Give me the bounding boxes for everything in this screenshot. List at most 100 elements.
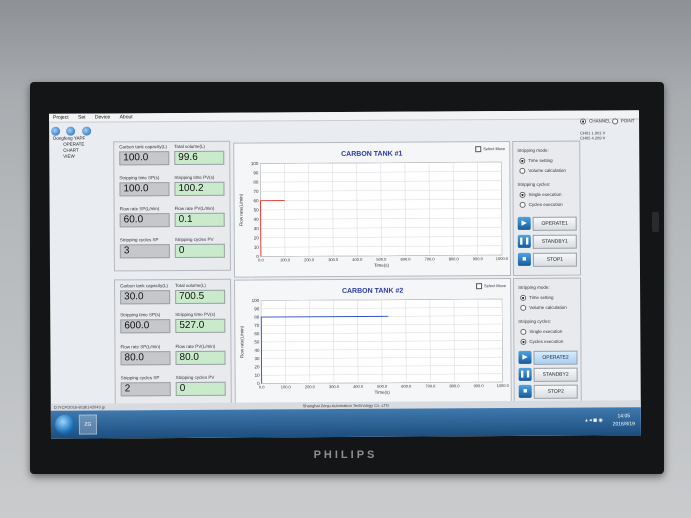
y-tick-label: 20 <box>254 235 260 240</box>
y-tick-label: 10 <box>255 373 261 378</box>
x-tick-label: 100.0 <box>280 257 291 262</box>
y-tick-label: 100 <box>252 298 260 303</box>
taskbar-app[interactable]: ZG <box>78 414 97 435</box>
y-tick-label: 100 <box>251 161 259 166</box>
menu-set[interactable]: Set <box>78 115 86 121</box>
operate2-button[interactable]: ▶ OPERATE2 <box>518 350 578 365</box>
tank1-flow-pv: Flow rate PV(L/min) 0.1 <box>174 206 225 228</box>
x-tick-label: 800.0 <box>449 383 460 388</box>
x-tick-label: 100.0 <box>281 384 292 389</box>
menu-project[interactable]: Project <box>53 115 69 121</box>
x-tick-label: 0.0 <box>258 257 264 262</box>
y-tick-label: 70 <box>254 323 260 328</box>
menu-about[interactable]: About <box>120 114 133 120</box>
y-tick-label: 90 <box>253 170 259 175</box>
mode-time-radio[interactable]: Time setting <box>520 295 553 301</box>
x-axis-label: Time(s) <box>375 390 391 395</box>
x-tick-label: 1000.0 <box>496 256 509 261</box>
tray-icons: ▴ ◂ ◼ ◉ <box>585 417 603 424</box>
project-tree: Dongfeng YAPF OPERATE CHART VIEW <box>53 136 85 160</box>
tank1-pv-time: Stripping time PV(s) 100.2 <box>174 175 225 197</box>
x-tick-label: 500.0 <box>376 257 387 262</box>
channel-panel: CHANNEL POINT CH01 1.001 V CH02 4.209 V <box>580 118 638 168</box>
clock[interactable]: 14:05 2016/8/19 <box>613 412 635 428</box>
tank1-flow-sp-value[interactable]: 60.0 <box>119 213 170 228</box>
x-tick-label: 700.0 <box>425 383 436 388</box>
y-tick-label: 30 <box>254 226 260 231</box>
record-icon[interactable] <box>66 126 76 136</box>
x-tick-label: 200.0 <box>304 257 315 262</box>
cycle-single-radio[interactable]: Single execution <box>520 329 562 335</box>
tank1-total: Total volume(L) 99.6 <box>174 144 225 166</box>
pause-icon: ❚❚ <box>517 234 531 248</box>
y-tick-label: 30 <box>254 356 260 361</box>
stop-icon: ■ <box>517 252 531 266</box>
y-tick-label: 90 <box>254 306 260 311</box>
tank2-cycles-sp: Stripping cycles SP 2 <box>120 375 171 397</box>
tank1-pv-time-value: 100.2 <box>174 181 225 197</box>
x-tick-label: 400.0 <box>353 384 364 389</box>
menu-device[interactable]: Device <box>95 114 110 120</box>
y-axis-label: Flow rate(L/min) <box>239 193 244 226</box>
pause-icon: ❚❚ <box>518 367 532 381</box>
ch2-value: 4.209 V <box>591 135 606 141</box>
x-tick-label: 0.0 <box>259 384 265 389</box>
y-tick-label: 80 <box>253 180 259 185</box>
x-tick-label: 500.0 <box>377 384 388 389</box>
search-icon[interactable] <box>51 126 61 136</box>
y-tick-label: 50 <box>254 340 260 345</box>
x-tick-label: 900.0 <box>474 383 485 388</box>
app-screen: Project Set Device About Dongfeng YAPF O… <box>49 110 641 439</box>
standby2-button[interactable]: ❚❚ STANDBY2 <box>518 367 578 382</box>
stop-icon: ■ <box>518 384 532 398</box>
stop1-button[interactable]: ■ STOP1 <box>517 252 577 267</box>
tank2-flow-pv: Flow rate PV(L/min) 80.0 <box>175 344 226 366</box>
tank2-flow-sp-value[interactable]: 80.0 <box>120 351 171 366</box>
operate1-button[interactable]: ▶ OPERATE1 <box>517 216 577 231</box>
y-tick-label: 50 <box>254 208 260 213</box>
point-radio[interactable]: POINT <box>612 118 635 123</box>
tank1-sp-time-value[interactable]: 100.0 <box>119 182 170 197</box>
mode-time-radio[interactable]: Time setting <box>519 158 552 164</box>
tank2-cycles-pv-value: 0 <box>175 381 226 397</box>
play-icon: ▶ <box>517 216 531 230</box>
cycle-single-radio[interactable]: Single execution <box>519 192 561 198</box>
x-tick-label: 900.0 <box>473 256 484 261</box>
standby1-button[interactable]: ❚❚ STANDBY1 <box>517 234 577 249</box>
monitor-brand-logo: PHILIPS <box>313 449 378 461</box>
tank1-cycles-pv-value: 0 <box>174 243 225 259</box>
tank2-cycles-sp-value[interactable]: 2 <box>120 382 171 397</box>
mode-label: Stripping mode: <box>517 147 549 153</box>
x-axis-label: Time(s) <box>374 263 390 268</box>
cycle-multi-radio[interactable]: Cycles execution <box>520 339 563 345</box>
x-tick-label: 800.0 <box>449 256 460 261</box>
tank2-control-panel: Stripping mode: Time setting Volume calc… <box>513 277 582 403</box>
tank2-sp-time-value[interactable]: 600.0 <box>120 319 171 334</box>
ch2-label: CH02 <box>580 135 591 141</box>
tank1-total-value: 99.6 <box>174 150 225 166</box>
tank1-flow-sp: Flow rate SP(L/min) 60.0 <box>119 206 170 228</box>
wall-background <box>0 0 691 90</box>
tank1-flow-pv-value: 0.1 <box>174 212 225 228</box>
y-tick-label: 40 <box>254 217 260 222</box>
tank2-total-value: 700.5 <box>175 289 226 305</box>
tank2-total: Total volume(L) 700.5 <box>175 283 226 305</box>
cycle-multi-radio[interactable]: Cycles execution <box>520 202 563 208</box>
channel-radio[interactable]: CHANNEL <box>580 119 611 124</box>
x-tick-label: 300.0 <box>328 257 339 262</box>
start-button[interactable] <box>54 414 75 435</box>
tank2-pv-time-value: 527.0 <box>175 318 226 334</box>
y-tick-label: 60 <box>254 198 260 203</box>
tree-item-view[interactable]: VIEW <box>53 154 85 160</box>
x-tick-label: 600.0 <box>400 257 411 262</box>
tank1-capacity-value[interactable]: 100.0 <box>119 151 170 166</box>
tank1-cycles-sp-value[interactable]: 3 <box>119 244 170 259</box>
mode-volume-radio[interactable]: Volume calculation <box>520 305 567 311</box>
y-tick-label: 60 <box>254 331 260 336</box>
y-tick-label: 40 <box>254 348 260 353</box>
tank1-control-panel: Stripping mode: Time setting Volume calc… <box>512 140 582 276</box>
stop2-button[interactable]: ■ STOP2 <box>518 384 578 399</box>
tank2-capacity-value[interactable]: 30.0 <box>120 290 171 305</box>
mode-volume-radio[interactable]: Volume calculation <box>519 168 566 174</box>
view-icon[interactable] <box>81 126 92 136</box>
